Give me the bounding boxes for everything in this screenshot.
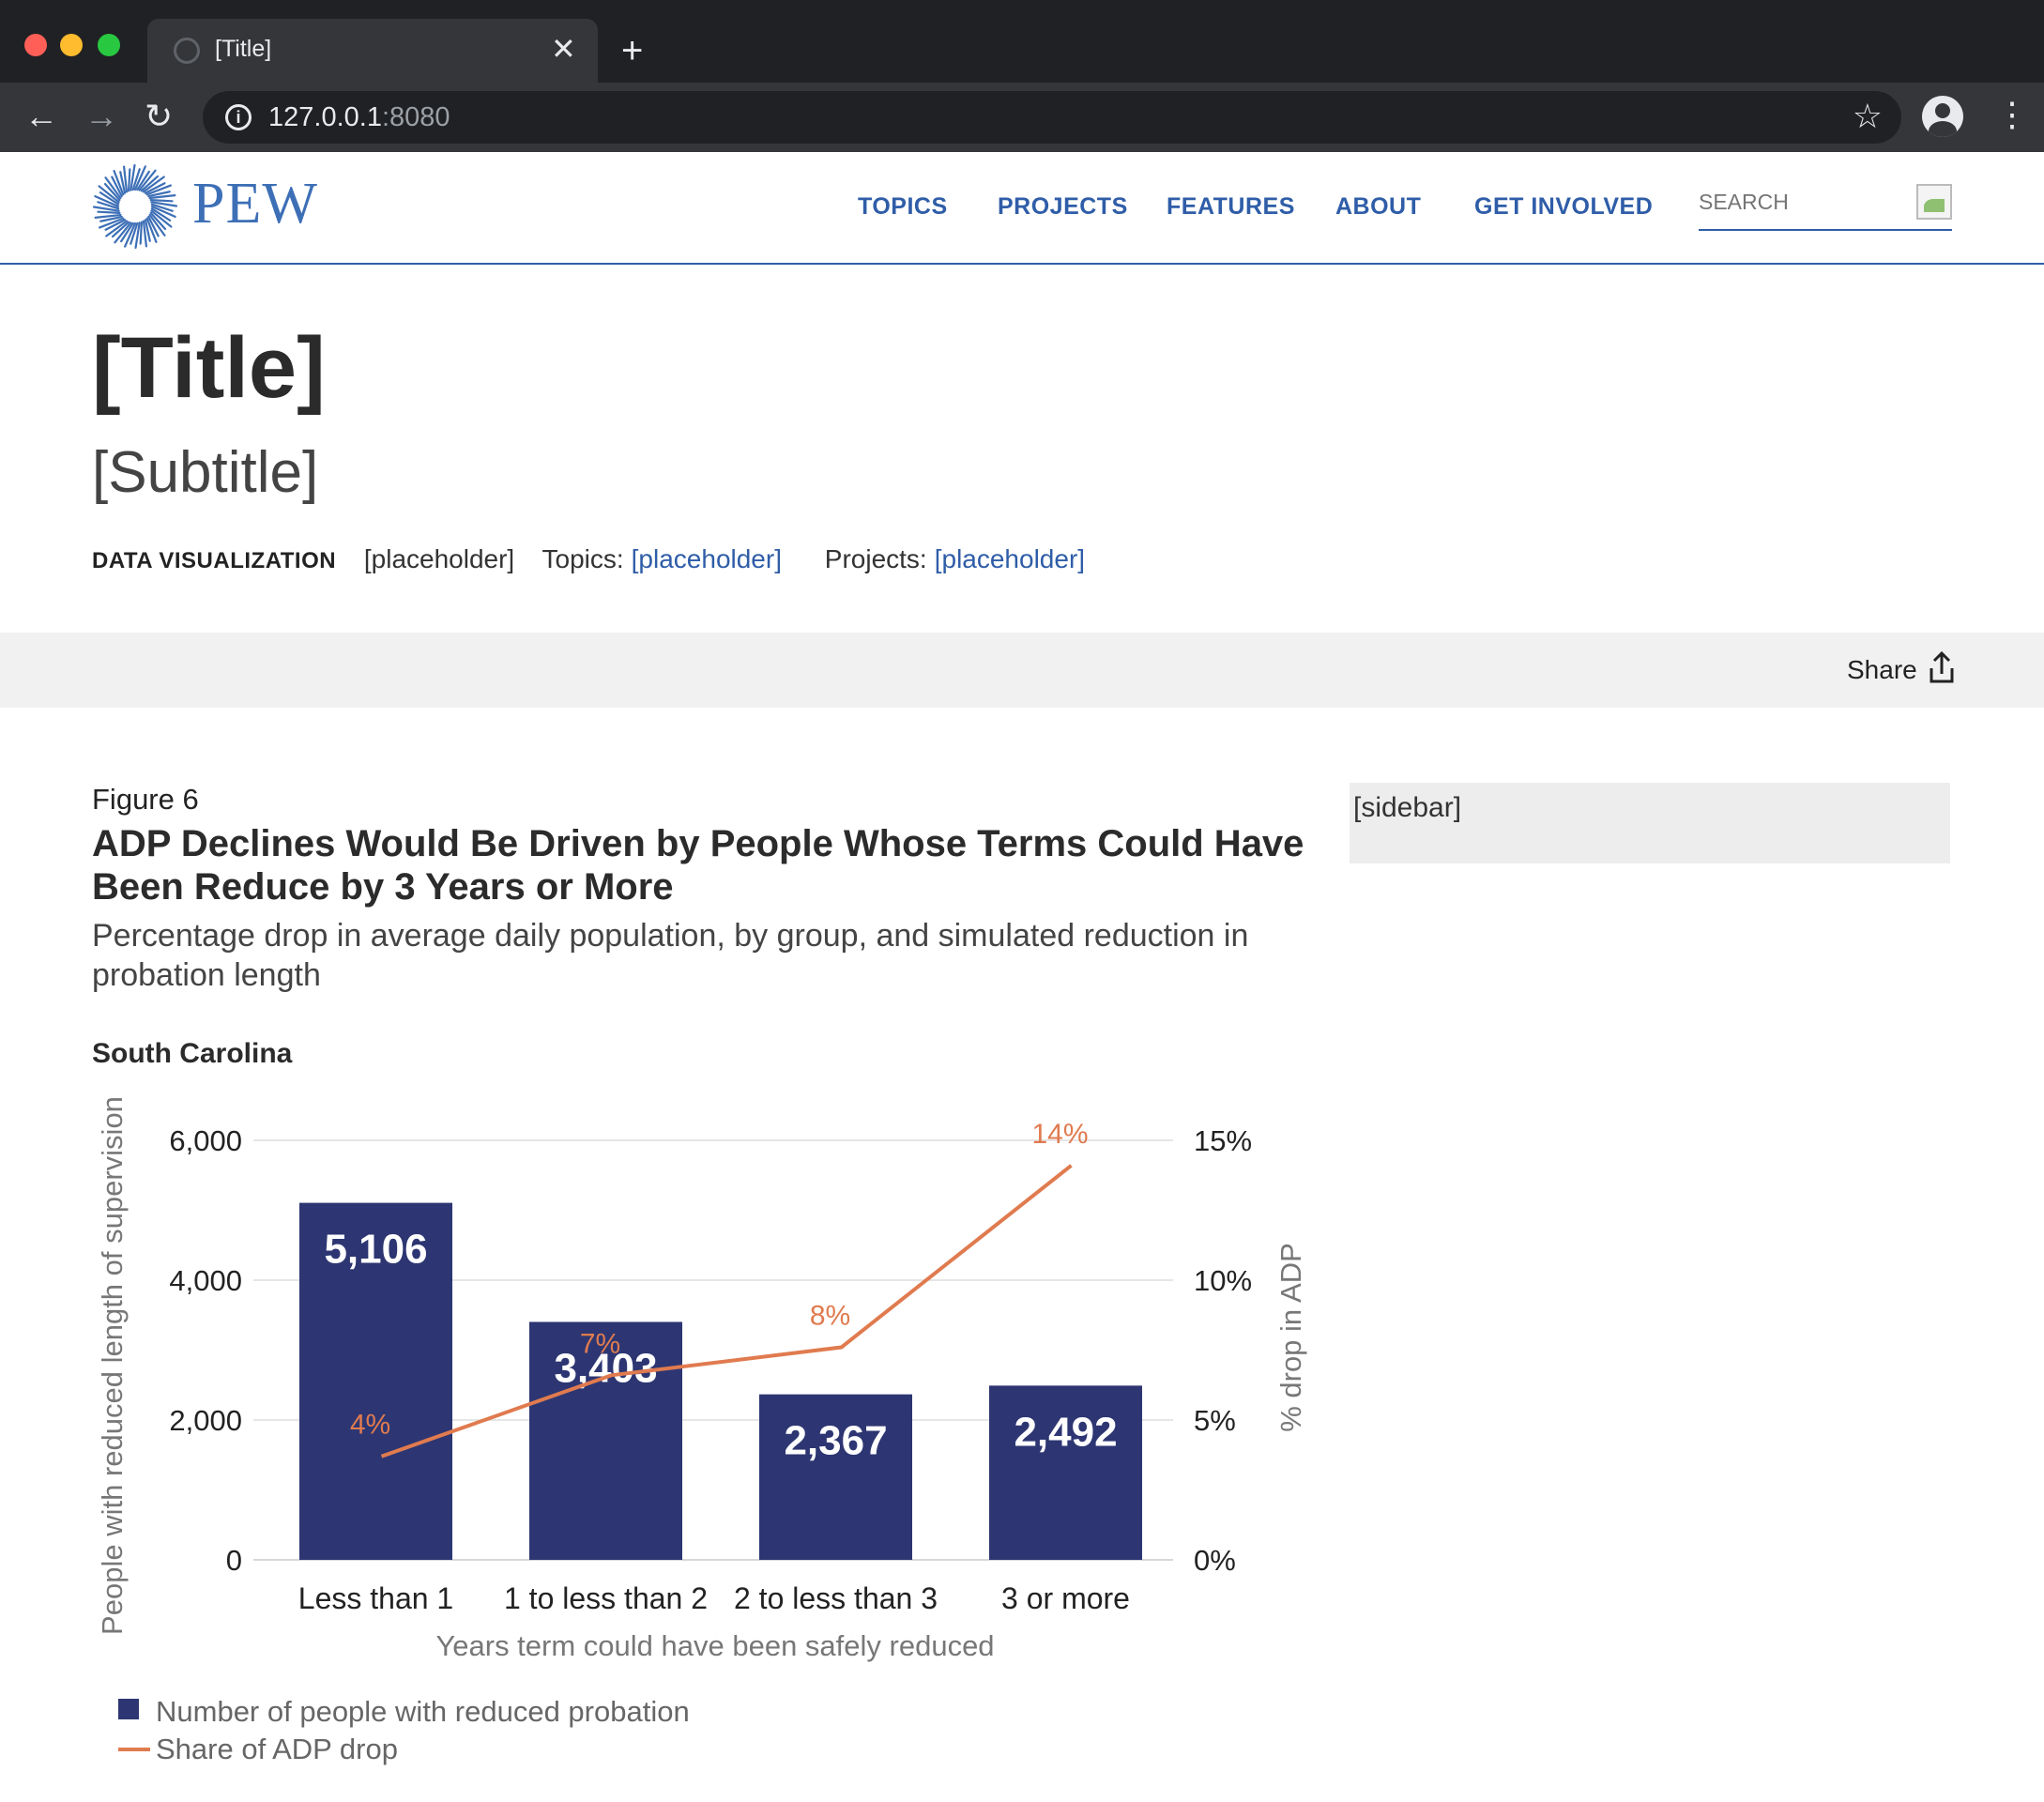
page-subtitle: [Subtitle] xyxy=(92,440,319,505)
y-tick-label: 6,000 xyxy=(169,1124,242,1157)
maximize-window-button[interactable] xyxy=(98,34,120,56)
article-meta: DATA VISUALIZATION [placeholder] Topics:… xyxy=(92,544,1106,574)
tab-title: [Title] xyxy=(215,36,272,62)
broken-image-icon[interactable] xyxy=(1916,184,1952,220)
content-type-label: DATA VISUALIZATION xyxy=(92,548,337,573)
url-port: :8080 xyxy=(381,102,450,132)
y2-tick-label: 5% xyxy=(1194,1404,1236,1437)
forward-arrow-icon[interactable]: → xyxy=(84,96,118,137)
x-tick-label: 2 to less than 3 xyxy=(734,1581,938,1615)
share-upload-icon[interactable] xyxy=(1926,649,1958,687)
legend-line-swatch xyxy=(118,1748,150,1751)
y-tick-label: 4,000 xyxy=(169,1264,242,1297)
pew-sun-logo-icon[interactable] xyxy=(92,163,178,250)
y-tick-label: 2,000 xyxy=(169,1404,242,1437)
url-host: 127.0.0.1 xyxy=(268,102,382,132)
browser-chrome: [Title] ✕ + ← → ↻ i 127.0.0.1:8080 ☆ ⋮ xyxy=(0,0,2044,152)
site-header: PEW TOPICS PROJECTS FEATURES ABOUT GET I… xyxy=(0,152,2044,265)
bar xyxy=(529,1321,682,1560)
y2-tick-label: 15% xyxy=(1194,1124,1252,1157)
nav-features[interactable]: FEATURES xyxy=(1167,193,1295,221)
search-box xyxy=(1699,180,1952,231)
bar-value-label: 5,106 xyxy=(324,1227,427,1273)
globe-icon xyxy=(174,38,200,64)
x-tick-label: 3 or more xyxy=(1001,1581,1130,1615)
back-arrow-icon[interactable]: ← xyxy=(24,96,58,137)
figure-label: Figure 6 xyxy=(92,783,199,816)
share-button[interactable]: Share xyxy=(1847,655,1917,685)
share-bar: Share xyxy=(0,633,2044,708)
legend-bar-swatch xyxy=(118,1699,139,1719)
y-tick-label: 0 xyxy=(226,1544,242,1577)
nav-topics[interactable]: TOPICS xyxy=(858,193,948,221)
browser-toolbar: ← → ↻ i 127.0.0.1:8080 ☆ ⋮ xyxy=(0,83,2044,152)
address-bar[interactable]: i 127.0.0.1:8080 ☆ xyxy=(203,91,1901,144)
address-url[interactable]: 127.0.0.1:8080 xyxy=(268,102,450,133)
x-tick-label: Less than 1 xyxy=(298,1581,453,1615)
figure-title: ADP Declines Would Be Driven by People W… xyxy=(92,823,1304,908)
y-axis-title: People with reduced length of supervisio… xyxy=(96,1096,129,1635)
y2-axis-title: % drop in ADP xyxy=(1274,1243,1307,1432)
line-series xyxy=(380,1164,1073,1458)
figure-region-label: South Carolina xyxy=(92,1038,293,1069)
line-point-label: 14% xyxy=(1031,1119,1088,1150)
bar-value-label: 2,492 xyxy=(1014,1409,1117,1455)
new-tab-icon[interactable]: + xyxy=(621,28,643,73)
line-point-label: 8% xyxy=(810,1301,850,1332)
x-tick-label: 1 to less than 2 xyxy=(504,1581,708,1615)
legend-line-label: Share of ADP drop xyxy=(156,1733,398,1765)
bar-value-label: 2,367 xyxy=(784,1418,887,1464)
bar xyxy=(299,1202,452,1560)
bar xyxy=(759,1394,912,1560)
info-icon[interactable]: i xyxy=(225,104,252,130)
date-placeholder: [placeholder] xyxy=(363,544,515,573)
projects-link[interactable]: [placeholder] xyxy=(935,544,1085,573)
bar xyxy=(989,1385,1142,1560)
line-point-label: 7% xyxy=(580,1328,620,1359)
browser-menu-icon[interactable]: ⋮ xyxy=(1995,94,2029,135)
bookmark-star-icon[interactable]: ☆ xyxy=(1853,97,1883,136)
page-title: [Title] xyxy=(92,320,326,416)
topics-label: Topics: xyxy=(542,544,624,573)
projects-label: Projects: xyxy=(824,544,927,573)
profile-avatar-icon[interactable] xyxy=(1922,96,1963,137)
pew-logo-text[interactable]: PEW xyxy=(192,171,318,237)
x-axis-title: Years term could have been safely reduce… xyxy=(435,1629,994,1662)
minimize-window-button[interactable] xyxy=(60,34,83,56)
sidebar: [sidebar] xyxy=(1350,783,1950,863)
y2-tick-label: 0% xyxy=(1194,1544,1236,1577)
bar-value-label: 3,403 xyxy=(554,1345,657,1391)
y2-tick-label: 10% xyxy=(1194,1264,1252,1297)
tab-close-icon[interactable]: ✕ xyxy=(551,32,576,66)
nav-get-involved[interactable]: GET INVOLVED xyxy=(1474,193,1653,221)
reload-icon[interactable]: ↻ xyxy=(145,96,173,137)
topics-link[interactable]: [placeholder] xyxy=(632,544,782,573)
search-input[interactable] xyxy=(1699,190,1905,215)
figure-subtitle: Percentage drop in average daily populat… xyxy=(92,918,1249,993)
nav-about[interactable]: ABOUT xyxy=(1335,193,1421,221)
nav-projects[interactable]: PROJECTS xyxy=(998,193,1128,221)
legend-bar-label: Number of people with reduced probation xyxy=(156,1695,690,1728)
close-window-button[interactable] xyxy=(24,34,47,56)
line-point-label: 4% xyxy=(350,1410,390,1441)
browser-tab[interactable]: [Title] ✕ xyxy=(147,19,598,83)
